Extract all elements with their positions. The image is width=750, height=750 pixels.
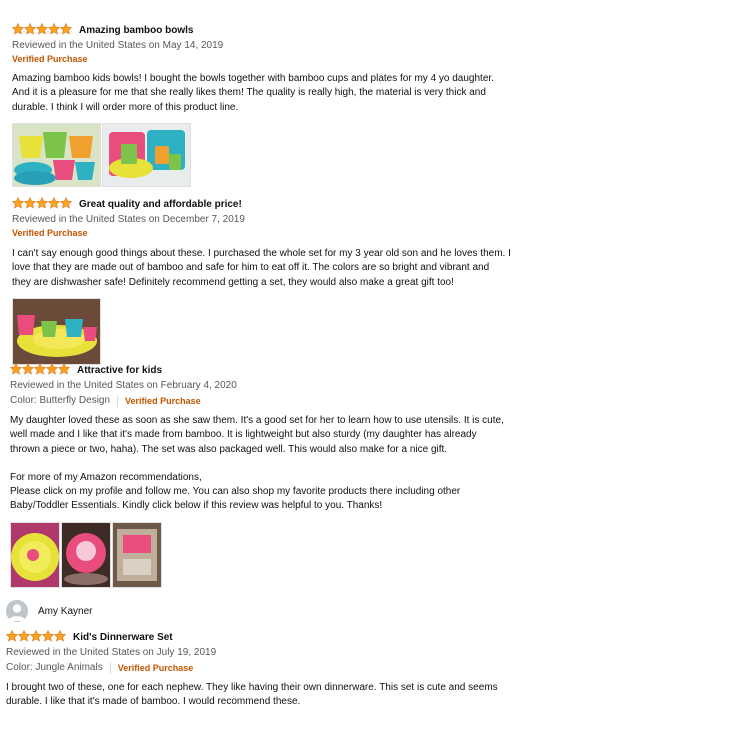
star-icon (48, 23, 60, 35)
product-variant[interactable]: Color: Butterfly Design (10, 394, 110, 408)
review-body: My daughter loved these as soon as she s… (10, 414, 530, 514)
review-text-line: thrown a piece or two, haha). The set wa… (10, 443, 448, 455)
star-icon (18, 630, 30, 642)
review-text-line: well made and I like that it's made from… (10, 429, 477, 441)
review-image-3[interactable] (112, 521, 162, 588)
reviewer-name[interactable]: Amy Kayner (38, 606, 92, 617)
review-text-line: durable. I like that it's made of bamboo… (6, 696, 301, 708)
review-3: Attractive for kids Reviewed in the Unit… (10, 362, 530, 588)
star-icon (22, 363, 34, 375)
star-icon (36, 197, 48, 209)
star-icon (48, 197, 60, 209)
review-text-line: My daughter loved these as soon as she s… (10, 415, 504, 426)
star-icon (36, 23, 48, 35)
review-text-line: love that they are made out of bamboo an… (12, 262, 490, 274)
star-icon (12, 197, 24, 209)
review-2: Great quality and affordable price! Revi… (12, 196, 532, 365)
review-text-line: durable. I think I will order more of th… (12, 101, 239, 113)
review-4: Kid's Dinnerware Set Reviewed in the Uni… (6, 629, 526, 710)
product-variant[interactable]: Color: Jungle Animals (6, 661, 103, 675)
review-date: Reviewed in the United States on Februar… (10, 380, 237, 391)
review-images (12, 122, 532, 187)
star-icon (46, 363, 58, 375)
star-rating[interactable] (12, 197, 72, 211)
star-rating[interactable] (12, 23, 72, 37)
review-body: I can't say enough good things about the… (12, 247, 532, 290)
verified-purchase-badge: Verified Purchase (117, 663, 194, 673)
review-images (10, 521, 530, 588)
star-icon (24, 23, 36, 35)
star-icon (30, 630, 42, 642)
review-text-line: For more of my Amazon recommendations, (10, 471, 202, 483)
review-image-1[interactable] (10, 521, 60, 588)
review-title[interactable]: Amazing bamboo bowls (79, 25, 193, 36)
review-text-line: Baby/Toddler Essentials. Kindly click be… (10, 500, 383, 512)
star-icon (6, 630, 18, 642)
review-text-line: Amazing bamboo kids bowls! I bought the … (12, 73, 494, 84)
review-date: Reviewed in the United States on July 19… (6, 647, 217, 658)
review-text-line: Please click on my profile and follow me… (10, 486, 461, 498)
review-text-line: I brought two of these, one for each nep… (6, 682, 498, 693)
review-body: Amazing bamboo kids bowls! I bought the … (12, 72, 532, 115)
review-images (12, 297, 532, 365)
star-icon (54, 630, 66, 642)
divider (117, 395, 119, 407)
star-icon (58, 363, 70, 375)
star-rating[interactable] (10, 363, 70, 377)
review-title[interactable]: Great quality and affordable price! (79, 199, 242, 210)
review-text-line: I can't say enough good things about the… (12, 248, 511, 259)
review-variant-row: Color: Jungle Animals Verified Purchase (6, 661, 526, 675)
review-title-row: Great quality and affordable price! (12, 196, 532, 212)
star-icon (12, 23, 24, 35)
review-image-1[interactable] (12, 297, 101, 365)
star-icon (34, 363, 46, 375)
star-icon (60, 23, 72, 35)
star-icon (42, 630, 54, 642)
review-1: Amazing bamboo bowls Reviewed in the Uni… (12, 22, 532, 187)
review-body: I brought two of these, one for each nep… (6, 681, 526, 710)
reviewer-profile[interactable]: Amy Kayner (6, 600, 92, 622)
divider (109, 662, 111, 674)
review-date: Reviewed in the United States on May 14,… (12, 40, 224, 51)
review-image-1[interactable] (12, 122, 101, 187)
star-icon (24, 197, 36, 209)
star-icon (10, 363, 22, 375)
review-title[interactable]: Kid's Dinnerware Set (73, 632, 173, 643)
star-rating[interactable] (6, 630, 66, 644)
star-icon (60, 197, 72, 209)
review-date: Reviewed in the United States on Decembe… (12, 214, 245, 225)
review-image-2[interactable] (102, 122, 191, 187)
review-text-line: they are dishwasher safe! Definitely rec… (12, 276, 454, 288)
verified-purchase-badge: Verified Purchase (12, 54, 88, 64)
default-avatar-icon[interactable] (6, 600, 28, 622)
review-title-row: Kid's Dinnerware Set (6, 629, 526, 645)
review-variant-row: Color: Butterfly Design Verified Purchas… (10, 394, 530, 408)
review-text-line: And it is a pleasure for me that she rea… (12, 87, 486, 99)
review-title[interactable]: Attractive for kids (77, 365, 162, 376)
verified-purchase-badge: Verified Purchase (12, 228, 88, 238)
verified-purchase-badge: Verified Purchase (125, 396, 201, 406)
review-title-row: Amazing bamboo bowls (12, 22, 532, 38)
review-title-row: Attractive for kids (10, 362, 530, 378)
review-image-2[interactable] (61, 521, 111, 588)
